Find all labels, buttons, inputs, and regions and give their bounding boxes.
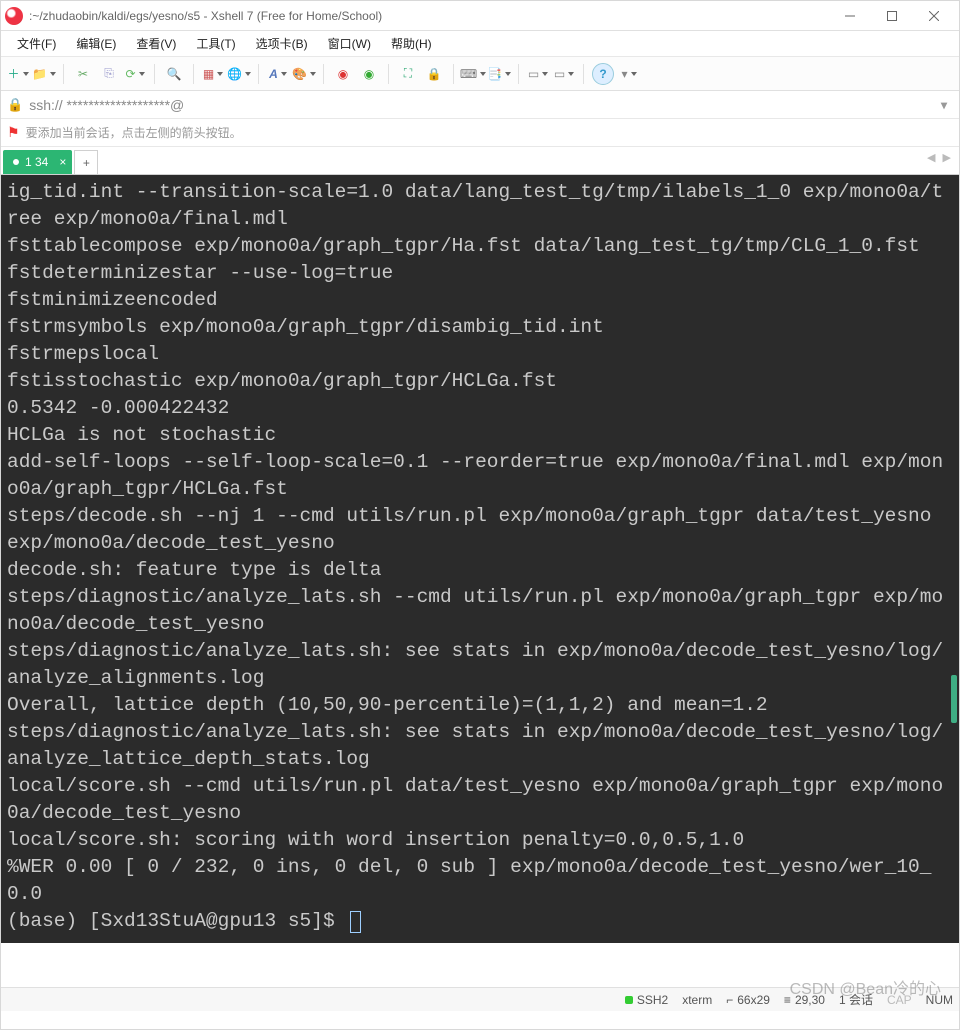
tab-status-dot — [13, 159, 19, 165]
status-sessions: 1 会话 — [839, 991, 873, 1008]
fullscreen-button[interactable]: ⛶ — [397, 63, 419, 85]
copy-button[interactable]: ⎘ — [98, 63, 120, 85]
tab-label: 1 34 — [25, 155, 48, 169]
tab-nav[interactable]: ◀ ▶ — [927, 151, 953, 164]
terminal-scroll-thumb[interactable] — [951, 675, 957, 723]
menu-view[interactable]: 查看(V) — [128, 31, 184, 56]
maximize-button[interactable] — [871, 2, 913, 30]
window2-button[interactable]: ▭ — [553, 63, 575, 85]
window-title: :~/zhudaobin/kaldi/egs/yesno/s5 - Xshell… — [29, 9, 382, 23]
layout-button[interactable]: ▦ — [202, 63, 224, 85]
hint-bar: ⚑ 要添加当前会话，点击左侧的箭头按钮。 — [1, 119, 959, 147]
title-bar: :~/zhudaobin/kaldi/egs/yesno/s5 - Xshell… — [1, 1, 959, 31]
open-button[interactable]: 📁 — [33, 63, 55, 85]
address-bar[interactable]: 🔒 ssh:// *******************@ ▾ — [1, 91, 959, 119]
menu-help[interactable]: 帮助(H) — [383, 31, 440, 56]
more-button[interactable]: ▾ — [618, 63, 640, 85]
lock-button[interactable]: 🔒 — [423, 63, 445, 85]
new-session-button[interactable]: ＋ — [7, 63, 29, 85]
lock-icon: 🔒 — [7, 97, 23, 113]
status-bar: SSH2 xterm ⌐ 66x29 ≡ 29,30 1 会话 CAP NUM — [1, 987, 959, 1011]
globe-button[interactable]: 🌐 — [228, 63, 250, 85]
menu-file[interactable]: 文件(F) — [9, 31, 64, 56]
menu-edit[interactable]: 编辑(E) — [68, 31, 124, 56]
flag-icon: ⚑ — [7, 124, 20, 141]
menu-bar: 文件(F) 编辑(E) 查看(V) 工具(T) 选项卡(B) 窗口(W) 帮助(… — [1, 31, 959, 57]
menu-window[interactable]: 窗口(W) — [320, 31, 379, 56]
status-size: ⌐ 66x29 — [726, 993, 770, 1007]
keyboard-button[interactable]: ⌨ — [462, 63, 484, 85]
app-icon — [5, 7, 23, 25]
tab-active[interactable]: 1 34 × — [3, 150, 72, 174]
menu-tools[interactable]: 工具(T) — [188, 31, 243, 56]
status-term: xterm — [682, 993, 712, 1007]
status-dot-icon — [625, 996, 633, 1004]
play-button[interactable]: ◉ — [358, 63, 380, 85]
address-text[interactable]: ssh:// *******************@ — [29, 97, 935, 113]
status-conn: SSH2 — [625, 993, 668, 1007]
terminal-prompt: (base) [Sxd13StuA@gpu13 s5]$ — [7, 908, 346, 935]
status-cursor: ≡ 29,30 — [784, 993, 825, 1007]
close-button[interactable] — [913, 2, 955, 30]
menu-tabs[interactable]: 选项卡(B) — [248, 31, 316, 56]
terminal-cursor — [350, 911, 361, 933]
link-button[interactable]: ✂ — [72, 63, 94, 85]
color-button[interactable]: 🎨 — [293, 63, 315, 85]
toolbar: ＋ 📁 ✂ ⎘ ⟳ 🔍 ▦ 🌐 A 🎨 ◉ ◉ ⛶ 🔒 ⌨ 📑 ▭ ▭ ? ▾ — [1, 57, 959, 91]
minimize-button[interactable] — [829, 2, 871, 30]
tab-strip: 1 34 × + ◀ ▶ — [1, 147, 959, 175]
settings-button[interactable]: 📑 — [488, 63, 510, 85]
terminal-output[interactable]: ig_tid.int --transition-scale=1.0 data/l… — [1, 175, 959, 943]
font-button[interactable]: A — [267, 63, 289, 85]
hint-text: 要添加当前会话，点击左侧的箭头按钮。 — [26, 124, 242, 141]
tab-close-icon[interactable]: × — [59, 155, 66, 169]
address-dropdown-icon[interactable]: ▾ — [935, 98, 953, 112]
status-num: NUM — [926, 993, 953, 1007]
record-button[interactable]: ◉ — [332, 63, 354, 85]
search-button[interactable]: 🔍 — [163, 63, 185, 85]
status-cap: CAP — [887, 993, 912, 1007]
paste-button[interactable]: ⟳ — [124, 63, 146, 85]
tab-add-button[interactable]: + — [74, 150, 98, 174]
window1-button[interactable]: ▭ — [527, 63, 549, 85]
help-button[interactable]: ? — [592, 63, 614, 85]
